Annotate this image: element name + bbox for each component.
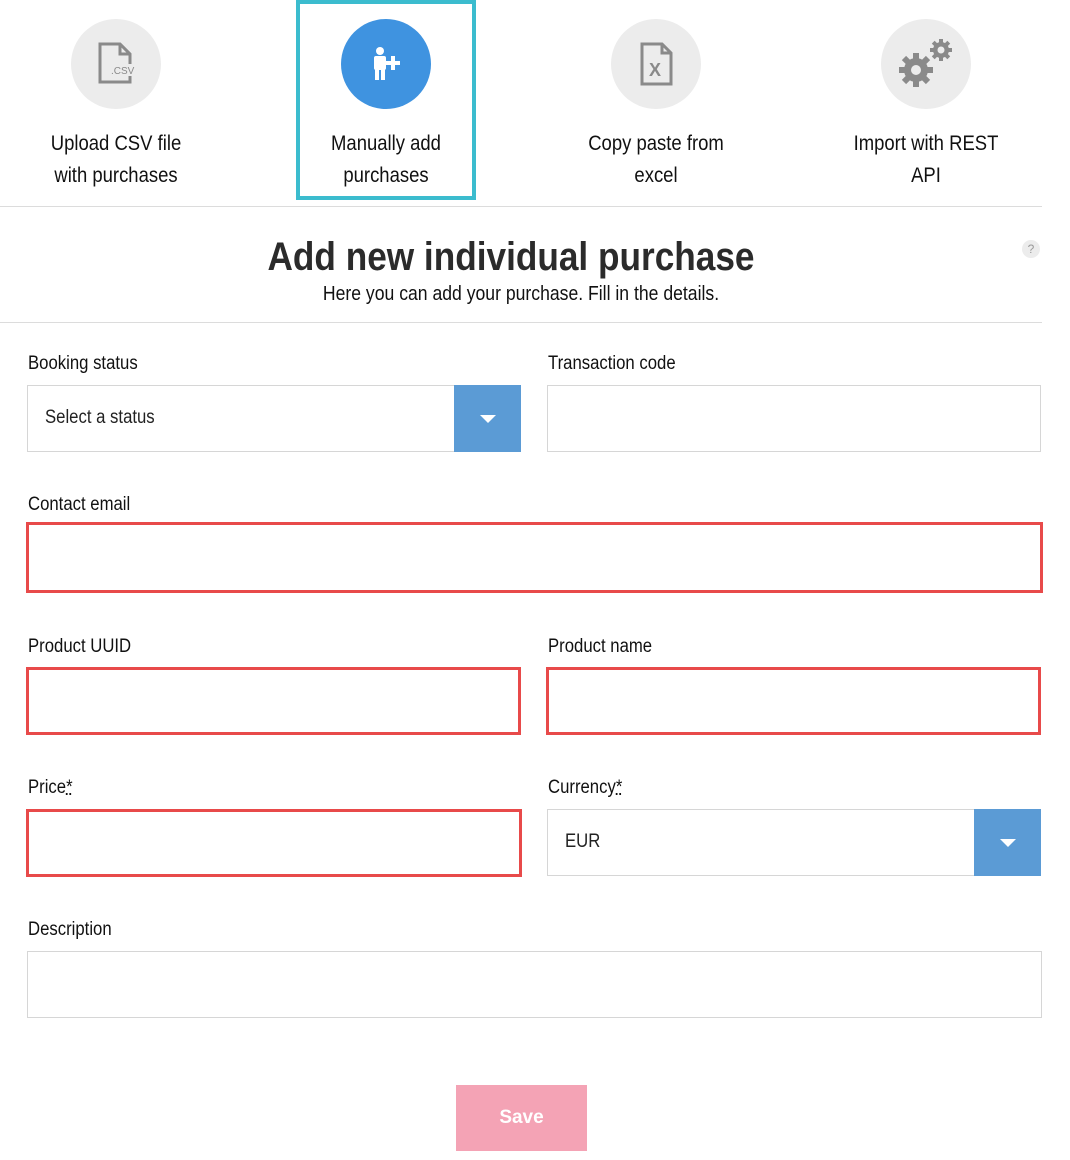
gears-icon xyxy=(881,19,971,109)
currency-label: Currency* xyxy=(548,777,623,798)
excel-file-icon: X xyxy=(611,19,701,109)
required-mark: * xyxy=(615,777,623,798)
option-copy-paste-excel[interactable]: X Copy paste from excel xyxy=(566,0,746,200)
currency-select[interactable]: EUR xyxy=(547,809,1041,876)
description-label: Description xyxy=(28,919,112,940)
product-name-label: Product name xyxy=(548,636,653,657)
product-uuid-input[interactable] xyxy=(26,667,521,735)
booking-status-value: Select a status xyxy=(45,407,155,428)
svg-text:.CSV: .CSV xyxy=(111,66,135,77)
booking-status-select[interactable]: Select a status xyxy=(27,385,521,452)
help-icon[interactable]: ? xyxy=(1022,240,1040,258)
option-rest-api[interactable]: Import with REST API xyxy=(836,0,1016,200)
chevron-down-icon xyxy=(479,414,496,423)
price-label: Price* xyxy=(28,777,73,798)
option-label: Import with REST API xyxy=(853,132,999,187)
contact-email-input[interactable] xyxy=(26,522,1043,593)
dropdown-arrow[interactable] xyxy=(974,809,1041,876)
required-mark: * xyxy=(66,777,73,798)
page-subtitle: Here you can add your purchase. Fill in … xyxy=(322,283,720,305)
import-options-bar: .CSV Upload CSV file with purchases Manu… xyxy=(0,0,1042,207)
contact-email-label: Contact email xyxy=(28,494,131,515)
option-upload-csv[interactable]: .CSV Upload CSV file with purchases xyxy=(26,0,206,200)
option-manual-add[interactable]: Manually add purchases xyxy=(296,0,476,200)
booking-status-label: Booking status xyxy=(28,353,138,374)
dropdown-arrow[interactable] xyxy=(454,385,521,452)
transaction-code-input[interactable] xyxy=(547,385,1041,452)
product-uuid-label: Product UUID xyxy=(28,636,132,657)
price-input[interactable] xyxy=(26,809,522,877)
option-label: Upload CSV file with purchases xyxy=(50,132,182,187)
save-button[interactable]: Save xyxy=(456,1085,587,1151)
description-input[interactable] xyxy=(27,951,1042,1018)
csv-file-icon: .CSV xyxy=(71,19,161,109)
option-label: Copy paste from excel xyxy=(588,132,724,187)
page-title: Add new individual purchase xyxy=(267,235,755,279)
chevron-down-icon xyxy=(999,838,1016,847)
add-person-icon xyxy=(341,19,431,109)
product-name-input[interactable] xyxy=(546,667,1041,735)
currency-value: EUR xyxy=(565,831,601,852)
transaction-code-label: Transaction code xyxy=(548,353,676,374)
option-label: Manually add purchases xyxy=(331,132,441,187)
svg-text:X: X xyxy=(649,60,661,80)
form-header: Add new individual purchase Here you can… xyxy=(0,207,1042,323)
